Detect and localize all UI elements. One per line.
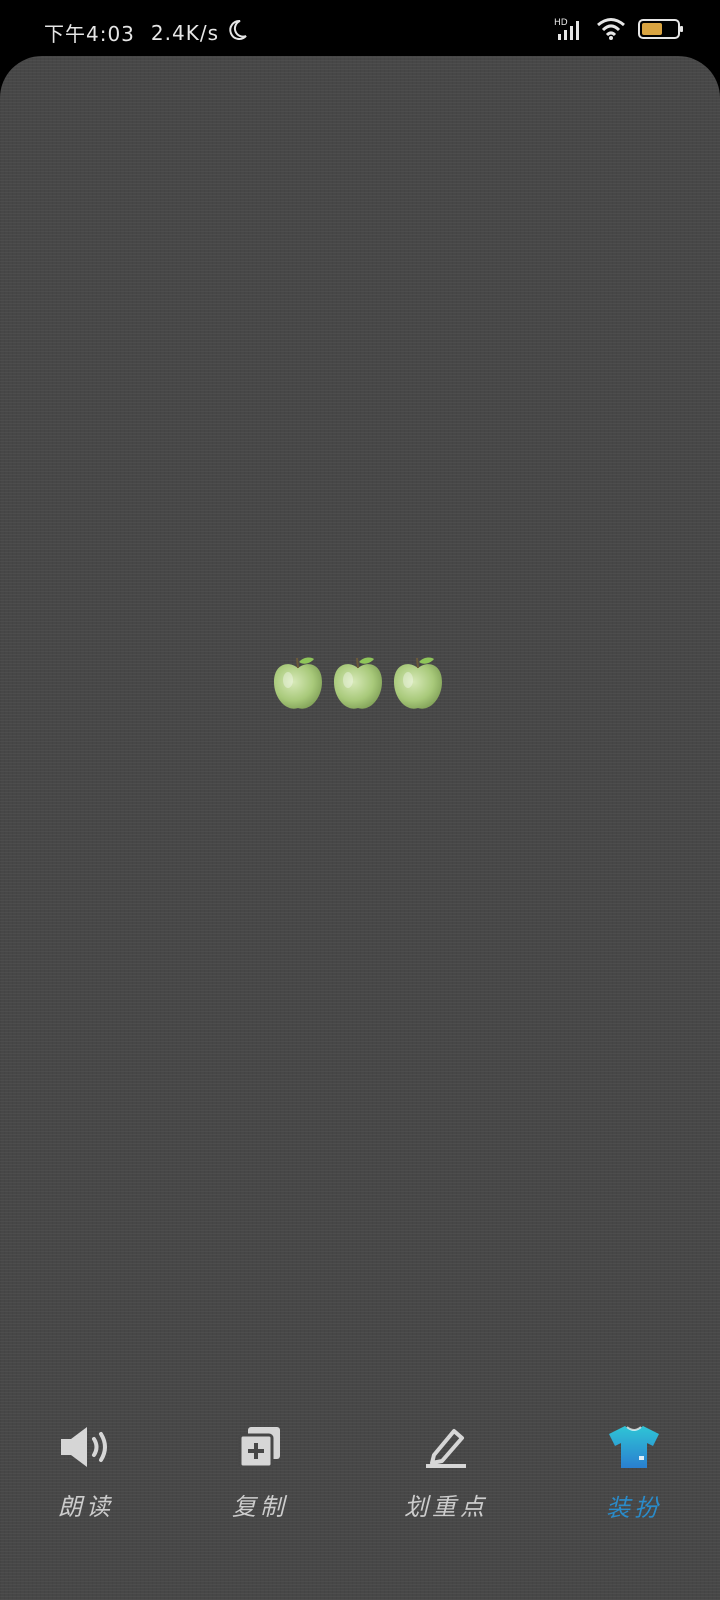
battery-icon xyxy=(638,18,684,44)
reader-page[interactable]: 朗读 复制 划重点 装扮 xyxy=(0,56,720,1600)
status-right: HD xyxy=(554,16,684,46)
network-speed: 2.4K/s xyxy=(150,20,220,45)
status-bar: 下午4:03 2.4K/s HD xyxy=(0,0,720,56)
wifi-icon xyxy=(596,17,626,45)
green-apple-icon xyxy=(334,657,382,709)
bottom-toolbar: 朗读 复制 划重点 装扮 xyxy=(0,1372,720,1562)
copy-button[interactable]: 复制 xyxy=(190,1372,330,1522)
status-left: 下午4:03 2.4K/s xyxy=(44,18,249,47)
highlight-button[interactable]: 划重点 xyxy=(376,1372,516,1522)
content-emoji xyxy=(270,654,446,714)
svg-text:HD: HD xyxy=(554,18,568,28)
copy-label: 复制 xyxy=(232,1493,288,1521)
moon-icon xyxy=(225,18,249,47)
status-time: 下午4:03 xyxy=(44,22,135,46)
theme-button[interactable]: 装扮 xyxy=(564,1372,704,1522)
tshirt-icon xyxy=(604,1424,664,1470)
highlight-label: 划重点 xyxy=(404,1493,488,1521)
copy-icon xyxy=(230,1424,290,1469)
green-apple-icon xyxy=(274,657,322,709)
hd-signal-icon: HD xyxy=(554,16,584,46)
green-apple-icon xyxy=(394,657,442,709)
read-aloud-button[interactable]: 朗读 xyxy=(16,1372,156,1522)
highlight-pen-icon xyxy=(416,1424,476,1469)
theme-label: 装扮 xyxy=(606,1494,662,1522)
read-aloud-label: 朗读 xyxy=(58,1493,114,1521)
speaker-icon xyxy=(56,1424,116,1469)
